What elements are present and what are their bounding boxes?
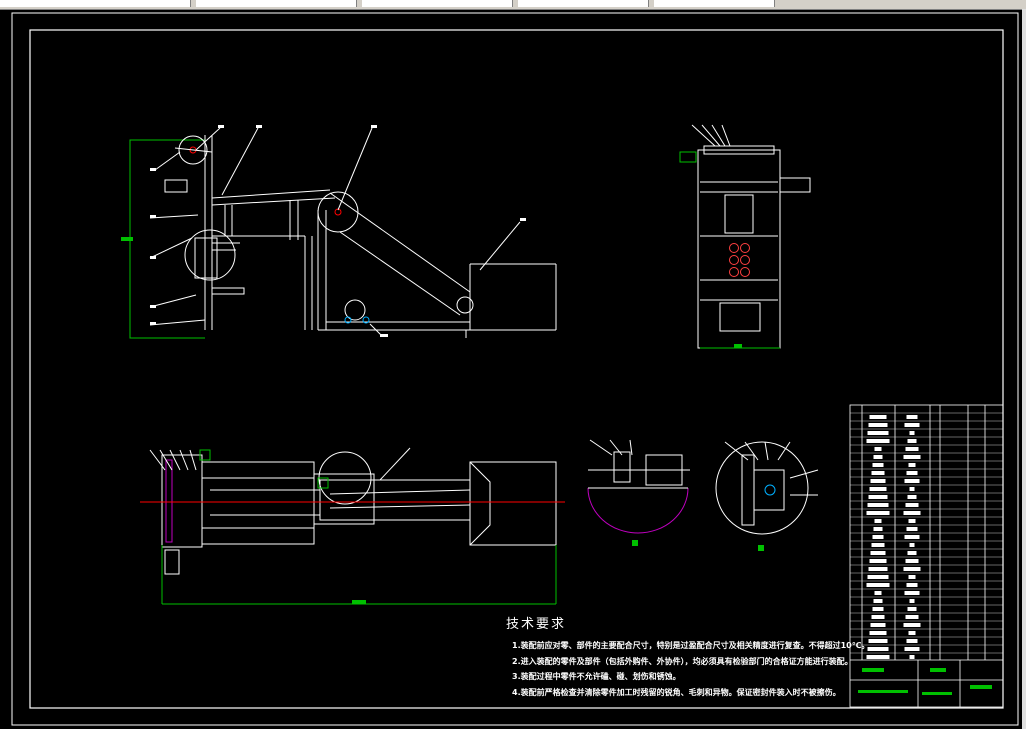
table-cell-glyphs (907, 607, 917, 611)
table-cell-glyphs (904, 423, 920, 427)
table-cell-glyphs (905, 559, 919, 563)
table-cell-glyphs (873, 527, 883, 531)
table-cell-glyphs (866, 439, 890, 443)
table-cell-glyphs (909, 655, 915, 659)
table-cell-glyphs (904, 535, 920, 539)
table-cell-glyphs (872, 463, 884, 467)
table-cell-glyphs (866, 511, 890, 515)
table-cell-glyphs (906, 527, 918, 531)
table-cell-glyphs (870, 551, 886, 555)
table-cell-glyphs (866, 655, 890, 659)
table-cell-glyphs (906, 471, 918, 475)
table-cell-glyphs (867, 431, 889, 435)
table-cell-glyphs (873, 455, 883, 459)
table-cell-glyphs (871, 471, 885, 475)
detail-view-a (587, 439, 690, 546)
table-cell-glyphs (871, 543, 885, 547)
table-cell-glyphs (905, 503, 919, 507)
table-cell-glyphs (873, 599, 883, 603)
table-cell-glyphs (874, 447, 882, 451)
table-cell-glyphs (907, 551, 917, 555)
table-cell-glyphs (868, 567, 888, 571)
table-cell-glyphs (868, 423, 888, 427)
table-cell-glyphs (904, 591, 920, 595)
table-cell-glyphs (904, 479, 920, 483)
table-cell-glyphs (874, 591, 882, 595)
table-cell-glyphs (867, 575, 889, 579)
table-cell-glyphs (871, 615, 885, 619)
requirement-item: 3.装配过程中零件不允许磕、碰、划伤和锈蚀。 (512, 672, 681, 681)
parts-list-table (849, 404, 1004, 708)
table-cell-glyphs (905, 615, 919, 619)
table-cell-glyphs (909, 599, 915, 603)
table-cell-glyphs (870, 623, 886, 627)
inner-frame (29, 29, 1004, 709)
table-cell-glyphs (869, 631, 887, 635)
table-cell-glyphs (908, 575, 916, 579)
table-cell-glyphs (869, 487, 887, 491)
technical-requirements-title: 技术要求 (506, 617, 567, 632)
front-view (121, 125, 557, 339)
table-cell-glyphs (869, 559, 887, 563)
table-cell-glyphs (872, 607, 884, 611)
table-cell-glyphs (909, 543, 915, 547)
table-cell-glyphs (907, 495, 917, 499)
table-cell-glyphs (903, 455, 921, 459)
table-cell-glyphs (908, 631, 916, 635)
table-cell-glyphs (868, 495, 888, 499)
parts-list-rows (850, 412, 1003, 659)
table-cell-glyphs (869, 415, 887, 419)
table-cell-glyphs (906, 415, 918, 419)
table-cell-glyphs (866, 583, 890, 587)
requirement-item: 2.进入装配的零件及部件（包括外购件、外协件），均必须具有检验部门的合格证方能进… (512, 656, 853, 666)
table-cell-glyphs (868, 639, 888, 643)
table-cell-glyphs (907, 439, 917, 443)
table-cell-glyphs (867, 503, 889, 507)
requirement-item: 4.装配前严格检查并清除零件加工时残留的锐角、毛刺和异物。保证密封件装入时不被擦… (512, 687, 841, 697)
table-cell-glyphs (903, 511, 921, 515)
table-cell-glyphs (906, 639, 918, 643)
table-cell-glyphs (909, 487, 915, 491)
table-cell-glyphs (903, 567, 921, 571)
table-cell-glyphs (908, 519, 916, 523)
detail-view-b (715, 441, 819, 551)
table-cell-glyphs (872, 535, 884, 539)
table-cell-glyphs (904, 647, 920, 651)
technical-requirements-list: 1.装配前应对零、部件的主要配合尺寸，特别是过盈配合尺寸及相关精度进行复查。不得… (512, 638, 869, 700)
table-cell-glyphs (905, 447, 919, 451)
side-view (679, 124, 811, 349)
table-cell-glyphs (870, 479, 886, 483)
requirement-item: 1.装配前应对零、部件的主要配合尺寸，特别是过盈配合尺寸及相关精度进行复查。不得… (512, 641, 870, 650)
table-cell-glyphs (867, 647, 889, 651)
table-cell-glyphs (906, 583, 918, 587)
table-cell-glyphs (874, 519, 882, 523)
table-cell-glyphs (909, 431, 915, 435)
table-cell-glyphs (908, 463, 916, 467)
top-view (140, 447, 565, 605)
table-cell-glyphs (903, 623, 921, 627)
